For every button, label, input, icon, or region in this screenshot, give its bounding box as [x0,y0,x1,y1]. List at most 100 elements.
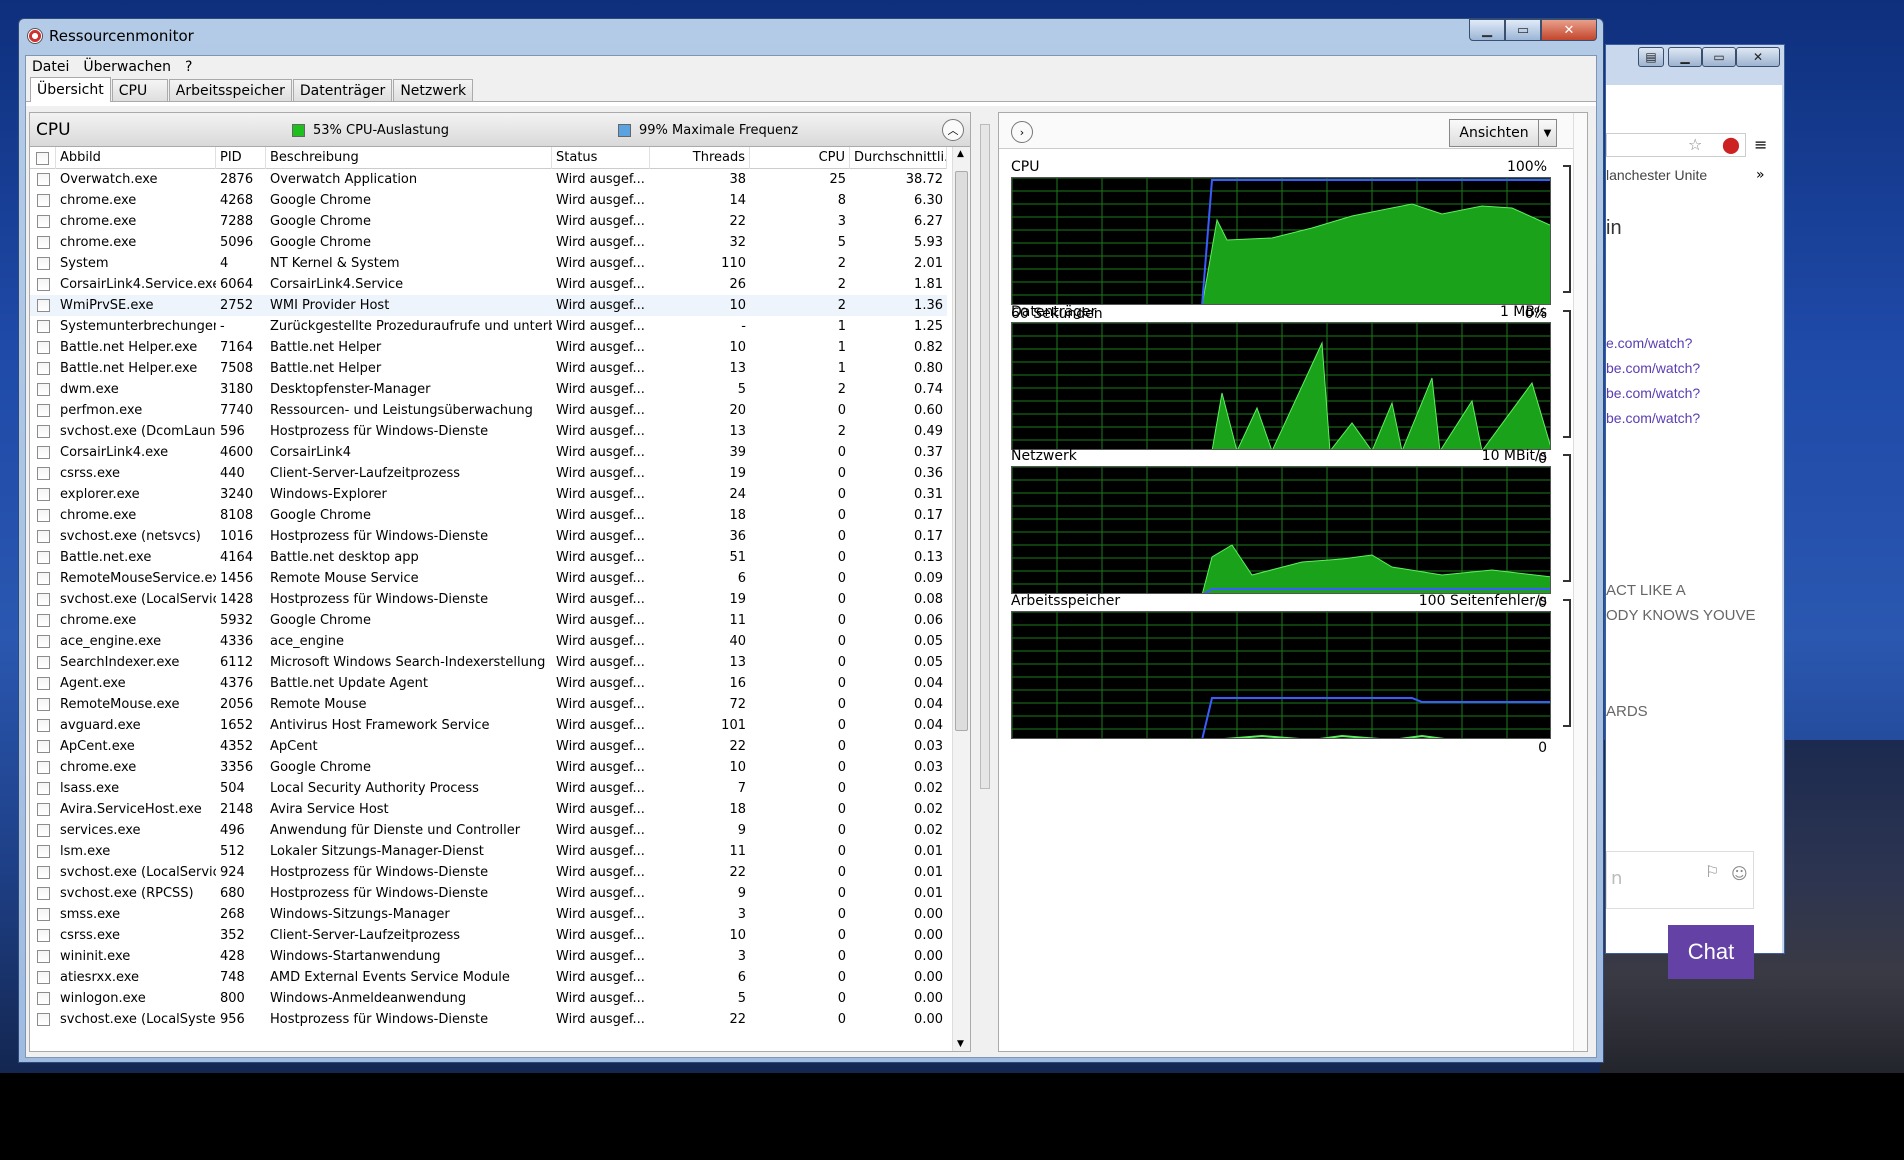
bg-link-4[interactable]: be.com/watch? [1606,410,1700,426]
table-row[interactable]: svchost.exe (RPCSS) 680 Hostprozess für Wi… [30,883,947,904]
row-checkbox[interactable] [30,400,56,421]
table-row[interactable]: chrome.exe 5096 Google Chrome Wird ausgef..… [30,232,947,253]
bg-link-1[interactable]: e.com/watch? [1606,335,1692,351]
table-row[interactable]: Battle.net Helper.exe 7164 Battle.net Help… [30,337,947,358]
table-row[interactable]: wininit.exe 428 Windows-Startanwendung Wird… [30,946,947,967]
browser-menu-icon-2[interactable]: ≡ [1754,135,1767,154]
row-checkbox[interactable] [30,904,56,925]
collapse-icon[interactable]: ︿ [942,119,964,141]
table-row[interactable]: smss.exe 268 Windows-Sitzungs-Manager Wird … [30,904,947,925]
table-row[interactable]: csrss.exe 440 Client-Server-Laufzeitprozes… [30,463,947,484]
table-row[interactable]: RemoteMouse.exe 2056 Remote Mouse Wird ausg… [30,694,947,715]
table-row[interactable]: ace_engine.exe 4336 ace_engine Wird ausgef.… [30,631,947,652]
table-row[interactable]: svchost.exe (DcomLaunc... 596 Hostprozess … [30,421,947,442]
badge-icon[interactable]: ⚐ [1705,862,1719,881]
row-checkbox[interactable] [30,1009,56,1030]
menu-datei[interactable]: Datei [32,59,69,75]
table-row[interactable]: svchost.exe (netsvcs) 1016 Hostprozess für… [30,526,947,547]
table-row[interactable]: System 4 NT Kernel & System Wird ausgef... 1… [30,253,947,274]
row-checkbox[interactable] [30,316,56,337]
browser-close-button[interactable]: ✕ [1736,47,1780,67]
row-checkbox[interactable] [30,820,56,841]
row-checkbox[interactable] [30,652,56,673]
table-row[interactable]: svchost.exe (LocalServic... 1428 Hostproze… [30,589,947,610]
row-checkbox[interactable] [30,253,56,274]
bookmark-star-icon[interactable]: ☆ [1688,135,1702,154]
emoji-icon[interactable]: ☺ [1731,864,1748,883]
row-checkbox[interactable] [30,778,56,799]
cpu-section-header[interactable]: CPU 53% CPU-Auslastung 99% Maximale Freq… [30,113,970,147]
expand-icon[interactable]: › [1011,121,1033,143]
table-row[interactable]: RemoteMouseService.exe 1456 Remote Mouse S… [30,568,947,589]
table-row[interactable]: svchost.exe (LocalSyste... 956 Hostprozess… [30,1009,947,1030]
table-row[interactable]: explorer.exe 3240 Windows-Explorer Wird aus… [30,484,947,505]
row-checkbox[interactable] [30,274,56,295]
table-row[interactable]: perfmon.exe 7740 Ressourcen- und Leistungs… [30,400,947,421]
table-row[interactable]: Battle.net Helper.exe 7508 Battle.net Help… [30,358,947,379]
row-checkbox[interactable] [30,841,56,862]
row-checkbox[interactable] [30,799,56,820]
row-checkbox[interactable] [30,526,56,547]
col-threads[interactable]: Threads [650,147,750,169]
table-row[interactable]: Overwatch.exe 2876 Overwatch Application Wi… [30,169,947,190]
menu-help[interactable]: ? [185,59,192,75]
table-row[interactable]: chrome.exe 8108 Google Chrome Wird ausgef..… [30,505,947,526]
graphs-scrollbar[interactable] [1573,113,1587,1051]
bg-link-3[interactable]: be.com/watch? [1606,385,1700,401]
table-row[interactable]: Battle.net.exe 4164 Battle.net desktop app… [30,547,947,568]
bookmark-tab-text[interactable]: lanchester Unite [1606,167,1707,183]
row-checkbox[interactable] [30,547,56,568]
extension-icon[interactable]: ⬤ [1722,135,1740,154]
maximize-button[interactable]: ▭ [1505,19,1541,41]
menu-ueberwachen[interactable]: Überwachen [83,59,171,75]
header-checkbox[interactable] [30,147,56,169]
table-row[interactable]: winlogon.exe 800 Windows-Anmeldeanwendung W… [30,988,947,1009]
row-checkbox[interactable] [30,442,56,463]
col-abbild[interactable]: Abbild [56,147,216,169]
row-checkbox[interactable] [30,715,56,736]
row-checkbox[interactable] [30,946,56,967]
row-checkbox[interactable] [30,421,56,442]
row-checkbox[interactable] [30,736,56,757]
row-checkbox[interactable] [30,337,56,358]
row-checkbox[interactable] [30,862,56,883]
tab-network[interactable]: Netzwerk [393,79,474,101]
browser-maximize-button[interactable]: ▭ [1702,47,1736,67]
table-row[interactable]: ApCent.exe 4352 ApCent Wird ausgef... 22 0 0.0… [30,736,947,757]
table-row[interactable]: Avira.ServiceHost.exe 2148 Avira Service H… [30,799,947,820]
row-checkbox[interactable] [30,505,56,526]
table-row[interactable]: CorsairLink4.exe 4600 CorsairLink4 Wird aus… [30,442,947,463]
row-checkbox[interactable] [30,568,56,589]
scrollbar-thumb[interactable] [955,171,968,731]
col-pid[interactable]: PID [216,147,266,169]
row-checkbox[interactable] [30,295,56,316]
pane-splitter[interactable] [978,112,992,1052]
col-beschreibung[interactable]: Beschreibung [266,147,552,169]
table-row[interactable]: CorsairLink4.Service.exe 6064 CorsairLink4… [30,274,947,295]
row-checkbox[interactable] [30,988,56,1009]
row-checkbox[interactable] [30,463,56,484]
row-checkbox[interactable] [30,967,56,988]
table-row[interactable]: svchost.exe (LocalServic... 924 Hostprozes… [30,862,947,883]
table-row[interactable]: services.exe 496 Anwendung für Dienste und… [30,820,947,841]
chat-input[interactable]: n ⚐ ☺ [1606,851,1754,909]
minimize-button[interactable]: ▁ [1469,19,1505,41]
scroll-down-icon[interactable]: ▼ [957,1039,964,1049]
table-row[interactable]: chrome.exe 7288 Google Chrome Wird ausgef..… [30,211,947,232]
tab-cpu[interactable]: CPU [111,79,168,101]
row-checkbox[interactable] [30,484,56,505]
table-row[interactable]: SearchIndexer.exe 6112 Microsoft Windows S… [30,652,947,673]
more-bookmarks-icon[interactable]: » [1756,167,1765,183]
table-row[interactable]: csrss.exe 352 Client-Server-Laufzeitprozes… [30,925,947,946]
table-scrollbar[interactable]: ▲ ▼ [952,147,970,1051]
browser-minimize-button[interactable]: ▁ [1668,47,1702,67]
row-checkbox[interactable] [30,169,56,190]
tab-overview[interactable]: Übersicht [30,77,111,102]
table-row[interactable]: atiesrxx.exe 748 AMD External Events Servi… [30,967,947,988]
row-checkbox[interactable] [30,757,56,778]
col-status[interactable]: Status [552,147,650,169]
chevron-down-icon[interactable]: ▼ [1538,120,1556,146]
row-checkbox[interactable] [30,379,56,400]
table-row[interactable]: lsm.exe 512 Lokaler Sitzungs-Manager-Diens… [30,841,947,862]
close-button[interactable]: ✕ [1541,19,1597,41]
